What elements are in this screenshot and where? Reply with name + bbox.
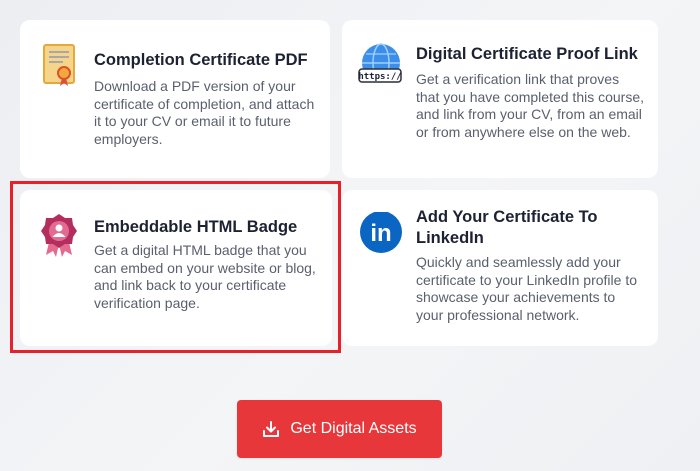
card-title: Add Your Certificate To LinkedIn xyxy=(416,208,598,247)
card-title: Embeddable HTML Badge xyxy=(94,218,298,236)
card-description: Quickly and seamlessly add your certific… xyxy=(416,254,638,323)
svg-text:https://: https:// xyxy=(358,72,401,82)
card-description: Get a digital HTML badge that you can em… xyxy=(94,242,316,311)
ribbon-badge-icon xyxy=(36,212,82,258)
get-digital-assets-button[interactable]: Get Digital Assets xyxy=(237,400,442,458)
card-description: Get a verification link that proves that… xyxy=(416,71,645,140)
svg-text:in: in xyxy=(370,220,391,247)
card-title: Digital Certificate Proof Link xyxy=(416,45,638,63)
linkedin-icon: in xyxy=(358,211,404,258)
cta-label: Get Digital Assets xyxy=(290,420,417,437)
download-icon xyxy=(262,420,280,438)
card-digital-certificate-proof-link[interactable]: https:// Digital Certificate Proof Link … xyxy=(342,20,658,178)
card-title: Completion Certificate PDF xyxy=(94,51,308,69)
card-completion-certificate-pdf[interactable]: Completion Certificate PDF Download a PD… xyxy=(20,20,330,178)
certificate-document-icon xyxy=(36,42,82,88)
card-embeddable-html-badge[interactable]: Embeddable HTML Badge Get a digital HTML… xyxy=(20,190,332,346)
card-description: Download a PDF version of your certifica… xyxy=(94,78,315,147)
globe-link-icon: https:// xyxy=(358,42,404,88)
card-add-certificate-to-linkedin[interactable]: in Add Your Certificate To LinkedIn Quic… xyxy=(342,190,658,346)
